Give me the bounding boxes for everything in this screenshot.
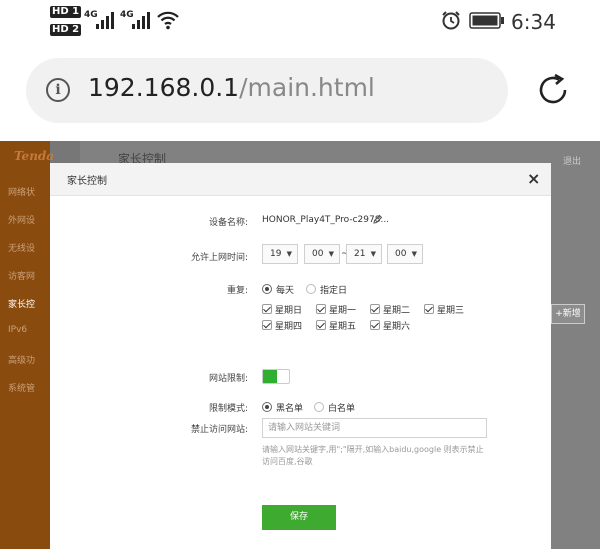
device-name-label: 设备名称: [208, 218, 248, 228]
end-minute-select[interactable]: 00 ▼ [387, 244, 423, 264]
repeat-custom-radio[interactable] [306, 284, 316, 294]
sidebar-item-advanced[interactable]: 高级功 [8, 353, 35, 366]
sidebar-item-guest[interactable]: 访客网 [8, 269, 35, 282]
dialog-title: 家长控制 [67, 176, 107, 187]
signal-2-icon [132, 11, 150, 29]
weekday-monday-checkbox[interactable] [316, 304, 326, 314]
status-bar: HD 1 HD 2 4G 4G 6:34 [0, 0, 600, 44]
start-minute-select[interactable]: 00 ▼ [304, 244, 340, 264]
sim1-badge: HD 1 [50, 6, 82, 18]
weekday-monday-label: 星期一 [329, 306, 357, 316]
blocked-sites-label: 禁止访问网站: [190, 425, 248, 435]
add-button[interactable]: +新增 [551, 304, 585, 324]
end-hour-select[interactable]: 21 ▼ [346, 244, 382, 264]
end-hour-value: 21 [354, 249, 366, 259]
allow-time-label: 允许上网时间: [190, 253, 248, 263]
address-bar[interactable]: i 192.168.0.1/main.html [26, 58, 508, 123]
router-page: Tenda 网络状 外网设 无线设 访客网 家长控 IPv6 高级功 系统管 家… [0, 141, 600, 549]
sidebar-item-wireless[interactable]: 无线设 [8, 241, 35, 254]
chevron-down-icon: ▼ [370, 250, 376, 258]
whitelist-radio[interactable] [314, 402, 324, 412]
repeat-label: 重复: [226, 286, 248, 296]
sidebar-item-system[interactable]: 系统管 [8, 381, 35, 394]
exit-link[interactable]: 退出 [563, 154, 581, 167]
weekday-wednesday-label: 星期三 [437, 306, 465, 316]
battery-icon [469, 12, 504, 29]
blocked-sites-hint: 请输入网站关键字,用";"隔开,如输入baidu,google 则表示禁止访问百… [262, 445, 484, 466]
save-button[interactable]: 保存 [262, 505, 336, 530]
brand-logo: Tenda [14, 149, 55, 163]
close-icon[interactable]: × [527, 169, 540, 188]
repeat-custom-label: 指定日 [320, 286, 348, 296]
weekday-friday-label: 星期五 [329, 322, 357, 332]
weekday-friday-checkbox[interactable] [316, 320, 326, 330]
end-minute-value: 00 [395, 249, 407, 259]
start-hour-value: 19 [270, 249, 282, 259]
url-host: 192.168.0.1 [88, 73, 240, 102]
sidebar-item-network-status[interactable]: 网络状 [8, 185, 35, 198]
weekday-saturday-label: 星期六 [383, 322, 411, 332]
repeat-daily-label: 每天 [276, 286, 295, 296]
site-limit-label: 网站限制: [208, 374, 248, 384]
start-hour-select[interactable]: 19 ▼ [262, 244, 298, 264]
sidebar-item-ipv6[interactable]: IPv6 [8, 325, 27, 335]
sim2-badge: HD 2 [50, 24, 82, 36]
sidebar-item-wan[interactable]: 外网设 [8, 213, 35, 226]
blocked-sites-input[interactable] [262, 418, 487, 438]
weekday-tuesday-checkbox[interactable] [370, 304, 380, 314]
blacklist-label: 黑名单 [276, 404, 304, 414]
weekday-thursday-label: 星期四 [275, 322, 303, 332]
toggle-knob [263, 370, 277, 383]
url-path: /main.html [239, 73, 375, 102]
device-name-value: HONOR_Play4T_Pro-c2978... [262, 215, 390, 225]
weekday-tuesday-label: 星期二 [383, 306, 411, 316]
chevron-down-icon: ▼ [411, 250, 417, 258]
blacklist-radio[interactable] [262, 402, 272, 412]
weekday-sunday-label: 星期日 [275, 306, 303, 316]
limit-mode-label: 限制模式: [208, 404, 248, 414]
info-icon[interactable]: i [46, 78, 70, 102]
start-minute-value: 00 [312, 249, 324, 259]
reload-icon[interactable] [535, 72, 571, 108]
wifi-icon [157, 11, 179, 30]
whitelist-label: 白名单 [328, 404, 356, 414]
weekday-sunday-checkbox[interactable] [262, 304, 272, 314]
clock: 6:34 [511, 10, 556, 34]
weekday-saturday-checkbox[interactable] [370, 320, 380, 330]
alarm-icon [442, 11, 460, 30]
url-text[interactable]: 192.168.0.1/main.html [88, 73, 375, 102]
weekday-thursday-checkbox[interactable] [262, 320, 272, 330]
sidebar-item-parental[interactable]: 家长控 [8, 297, 35, 310]
dialog-header: 家长控制 × [50, 163, 551, 196]
signal-1-icon [96, 11, 114, 29]
edit-icon[interactable] [372, 214, 383, 225]
weekday-wednesday-checkbox[interactable] [424, 304, 434, 314]
parental-control-dialog: 家长控制 × 设备名称: HONOR_Play4T_Pro-c2978... 允… [50, 163, 551, 549]
site-limit-toggle[interactable] [262, 369, 290, 384]
sidebar: Tenda 网络状 外网设 无线设 访客网 家长控 IPv6 高级功 系统管 [0, 141, 54, 549]
chevron-down-icon: ▼ [328, 250, 334, 258]
chevron-down-icon: ▼ [286, 250, 292, 258]
repeat-daily-radio[interactable] [262, 284, 272, 294]
